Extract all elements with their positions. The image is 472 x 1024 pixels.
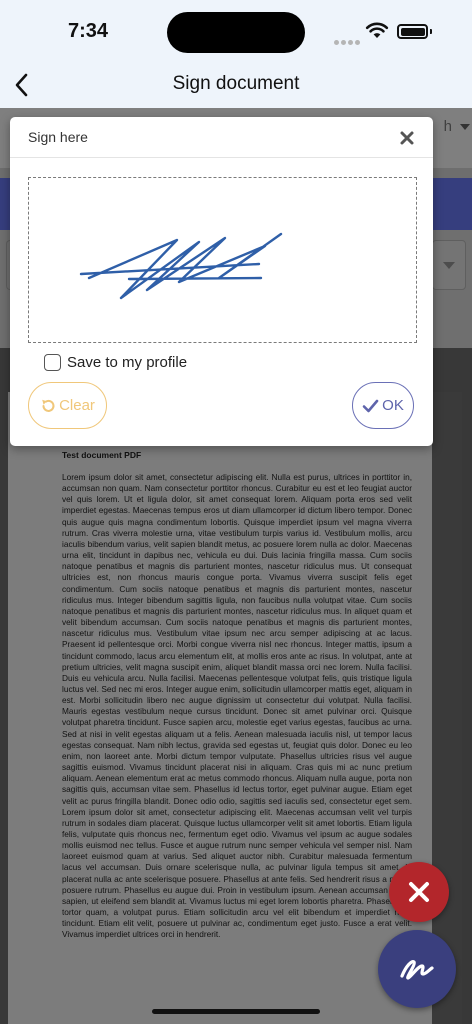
battery-cap xyxy=(430,29,432,34)
undo-icon xyxy=(42,399,55,412)
save-to-profile-option[interactable]: Save to my profile xyxy=(44,351,187,373)
dialog-header: Sign here xyxy=(10,117,433,158)
background-select-caret-icon xyxy=(443,262,455,269)
nav-bar: Sign document xyxy=(0,62,472,108)
close-icon xyxy=(400,131,414,145)
battery-icon xyxy=(397,24,428,39)
check-icon xyxy=(362,399,379,412)
sign-button[interactable] xyxy=(378,930,456,1008)
ok-button-label: OK xyxy=(382,397,404,414)
clear-button[interactable]: Clear xyxy=(28,382,107,429)
ok-button[interactable]: OK xyxy=(352,382,414,429)
status-time: 7:34 xyxy=(68,20,109,42)
signature-icon xyxy=(400,960,434,980)
home-indicator xyxy=(152,1009,320,1014)
pdf-page: Test document PDF Lorem ipsum dolor sit … xyxy=(8,392,432,1024)
cellular-signal-icon xyxy=(334,32,362,50)
document-body: Lorem ipsum dolor sit amet, consectetur … xyxy=(62,472,412,940)
status-bar: 7:34 xyxy=(0,0,472,62)
background-header-text: h xyxy=(443,118,452,135)
clear-button-label: Clear xyxy=(59,397,95,414)
sign-dialog: Sign here Save to my profile Clear OK xyxy=(10,117,433,446)
close-icon xyxy=(409,882,429,902)
wifi-icon xyxy=(365,21,389,44)
dialog-close-button[interactable] xyxy=(396,127,418,149)
cancel-signing-button[interactable] xyxy=(389,862,449,922)
signature-pad[interactable] xyxy=(28,177,417,343)
page-title: Sign document xyxy=(172,73,300,94)
dialog-title: Sign here xyxy=(28,129,88,145)
dynamic-island xyxy=(167,12,305,53)
background-dropdown-icon xyxy=(460,124,470,130)
save-to-profile-label: Save to my profile xyxy=(67,353,188,371)
signature-stroke xyxy=(79,232,283,300)
save-to-profile-checkbox[interactable] xyxy=(44,353,61,371)
document-title: Test document PDF xyxy=(62,450,142,460)
